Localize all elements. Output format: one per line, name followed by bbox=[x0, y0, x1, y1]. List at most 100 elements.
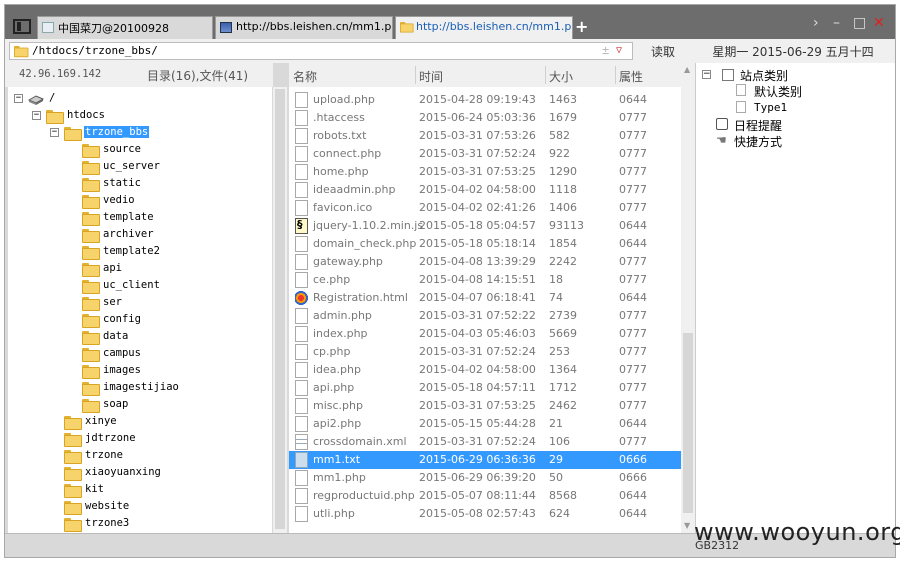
file-icon bbox=[295, 128, 308, 144]
collapse-icon[interactable]: − bbox=[14, 94, 23, 103]
file-row[interactable]: connect.php 2015-03-31 07:52:24 922 0777 bbox=[289, 145, 681, 163]
tree-node-label: ser bbox=[103, 296, 122, 308]
tree-node-label: kit bbox=[85, 483, 104, 495]
column-size[interactable]: 大小 bbox=[549, 68, 573, 85]
file-row[interactable]: regproductuid.php 2015-05-07 08:11:44 8568… bbox=[289, 487, 681, 505]
column-divider[interactable] bbox=[415, 66, 416, 84]
file-row[interactable]: idea.php 2015-04-02 04:58:00 1364 0777 bbox=[289, 361, 681, 379]
file-name: connect.php bbox=[313, 147, 382, 160]
file-row[interactable]: home.php 2015-03-31 07:53:25 1290 0777 bbox=[289, 163, 681, 181]
file-time: 2015-04-02 02:41:26 bbox=[419, 201, 536, 214]
script-file-icon bbox=[295, 218, 308, 234]
file-row[interactable]: utli.php 2015-05-08 02:57:43 624 0644 bbox=[289, 505, 681, 523]
collapse-icon[interactable]: − bbox=[32, 111, 41, 120]
file-name: Registration.html bbox=[313, 291, 408, 304]
file-time: 2015-05-15 05:44:28 bbox=[419, 417, 536, 430]
file-size: 18 bbox=[549, 273, 563, 286]
file-attr: 0777 bbox=[619, 399, 647, 412]
file-attr: 0644 bbox=[619, 489, 647, 502]
tab-shell-1[interactable]: http://bbs.leishen.cn/mm1.php bbox=[215, 16, 393, 39]
file-time: 2015-03-31 07:52:24 bbox=[419, 435, 536, 448]
file-size: 21 bbox=[549, 417, 563, 430]
file-size: 1406 bbox=[549, 201, 577, 214]
file-row[interactable]: upload.php 2015-04-28 09:19:43 1463 0644 bbox=[289, 91, 681, 109]
minimize-button[interactable]: – bbox=[833, 15, 840, 31]
file-row[interactable]: cp.php 2015-03-31 07:52:24 253 0777 bbox=[289, 343, 681, 361]
read-button[interactable]: 读取 bbox=[639, 42, 687, 60]
file-row[interactable]: misc.php 2015-03-31 07:53:25 2462 0777 bbox=[289, 397, 681, 415]
file-icon bbox=[295, 164, 308, 180]
file-row[interactable]: robots.txt 2015-03-31 07:53:26 582 0777 bbox=[289, 127, 681, 145]
directory-tree[interactable]: − / − htdocs − trzone_bbs source uc_server stati… bbox=[8, 87, 272, 533]
file-time: 2015-03-31 07:52:24 bbox=[419, 345, 536, 358]
file-icon bbox=[295, 452, 308, 468]
file-name: ce.php bbox=[313, 273, 351, 286]
file-row[interactable]: api.php 2015-05-18 04:57:11 1712 0777 bbox=[289, 379, 681, 397]
file-row[interactable]: domain_check.php 2015-05-18 05:18:14 1854 0… bbox=[289, 235, 681, 253]
column-attr[interactable]: 属性 bbox=[619, 68, 643, 85]
maximize-button[interactable]: □ bbox=[853, 15, 866, 31]
file-row[interactable]: index.php 2015-04-03 05:46:03 5669 0777 bbox=[289, 325, 681, 343]
system-menu-icon[interactable] bbox=[13, 19, 31, 34]
chevron-down-icon[interactable]: ▽ bbox=[616, 45, 622, 56]
folder-icon bbox=[82, 161, 100, 175]
column-name[interactable]: 名称 bbox=[293, 68, 317, 85]
file-size: 1364 bbox=[549, 363, 577, 376]
folder-icon bbox=[64, 433, 82, 447]
file-row[interactable]: Registration.html 2015-04-07 06:18:41 74 06… bbox=[289, 289, 681, 307]
file-time: 2015-04-07 06:18:41 bbox=[419, 291, 536, 304]
file-name: regproductuid.php bbox=[313, 489, 415, 502]
tab-file-manager[interactable]: http://bbs.leishen.cn/mm1.php bbox=[395, 16, 573, 39]
file-list[interactable]: upload.php 2015-04-28 09:19:43 1463 0644 .ht… bbox=[289, 87, 681, 533]
file-list-scrollbar[interactable]: ▲ ▼ bbox=[681, 63, 695, 533]
tab-main[interactable]: 中国菜刀@20100928 bbox=[37, 16, 213, 39]
file-size: 1463 bbox=[549, 93, 577, 106]
file-icon bbox=[295, 344, 308, 360]
new-tab-button[interactable]: + bbox=[575, 17, 588, 36]
file-row[interactable]: admin.php 2015-03-31 07:52:22 2739 0777 bbox=[289, 307, 681, 325]
collapse-icon[interactable]: − bbox=[50, 128, 59, 137]
file-row[interactable]: ideaadmin.php 2015-04-02 04:58:00 1118 0777 bbox=[289, 181, 681, 199]
folder-icon bbox=[64, 501, 82, 515]
scrollbar-thumb[interactable] bbox=[275, 89, 285, 529]
column-divider[interactable] bbox=[615, 66, 616, 84]
plus-minus-icon[interactable]: ± bbox=[602, 43, 609, 57]
file-row[interactable]: .htaccess 2015-06-24 05:03:36 1679 0777 bbox=[289, 109, 681, 127]
folder-icon bbox=[82, 314, 100, 328]
page-icon bbox=[736, 101, 746, 113]
tree-node-label: jdtrzone bbox=[85, 432, 136, 444]
scrollbar-thumb[interactable] bbox=[683, 333, 693, 513]
close-button[interactable]: ✕ bbox=[873, 15, 885, 31]
dir-stats: 目录(16),文件(41) bbox=[147, 69, 249, 83]
file-row[interactable]: jquery-1.10.2.min.js2015-05-18 05:04:57 9… bbox=[289, 217, 681, 235]
file-row[interactable]: gateway.php 2015-04-08 13:39:29 2242 0777 bbox=[289, 253, 681, 271]
column-divider[interactable] bbox=[545, 66, 546, 84]
file-time: 2015-03-31 07:53:25 bbox=[419, 399, 536, 412]
scroll-down-icon[interactable]: ▼ bbox=[684, 521, 690, 530]
file-row[interactable]: mm1.php 2015-06-29 06:39:20 50 0666 bbox=[289, 469, 681, 487]
path-input[interactable]: /htdocs/trzone_bbs/ ± ▽ bbox=[9, 42, 633, 60]
tree-node-label: template bbox=[103, 211, 154, 223]
file-row[interactable]: mm1.txt 2015-06-29 06:36:36 29 0666 bbox=[289, 451, 681, 469]
chevron-right-icon[interactable]: › bbox=[813, 15, 819, 31]
file-size: 1712 bbox=[549, 381, 577, 394]
file-row[interactable]: crossdomain.xml 2015-03-31 07:52:24 106 077… bbox=[289, 433, 681, 451]
tree-node-label: imagestijiao bbox=[103, 381, 179, 393]
file-row[interactable]: favicon.ico 2015-04-02 02:41:26 1406 0777 bbox=[289, 199, 681, 217]
file-name: api2.php bbox=[313, 417, 362, 430]
checkbox-icon[interactable] bbox=[722, 69, 734, 81]
tree-node-label: archiver bbox=[103, 228, 154, 240]
folder-icon bbox=[64, 467, 82, 481]
column-time[interactable]: 时间 bbox=[419, 68, 443, 85]
file-attr: 0777 bbox=[619, 273, 647, 286]
file-row[interactable]: api2.php 2015-05-15 05:44:28 21 0644 bbox=[289, 415, 681, 433]
file-icon bbox=[295, 398, 308, 414]
folder-icon bbox=[82, 212, 100, 226]
file-attr: 0777 bbox=[619, 363, 647, 376]
tree-scrollbar[interactable] bbox=[273, 87, 287, 533]
collapse-icon[interactable]: − bbox=[702, 70, 711, 79]
scroll-up-icon[interactable]: ▲ bbox=[684, 65, 690, 74]
file-time: 2015-05-08 02:57:43 bbox=[419, 507, 536, 520]
file-time: 2015-04-02 04:58:00 bbox=[419, 183, 536, 196]
file-row[interactable]: ce.php 2015-04-08 14:15:51 18 0777 bbox=[289, 271, 681, 289]
